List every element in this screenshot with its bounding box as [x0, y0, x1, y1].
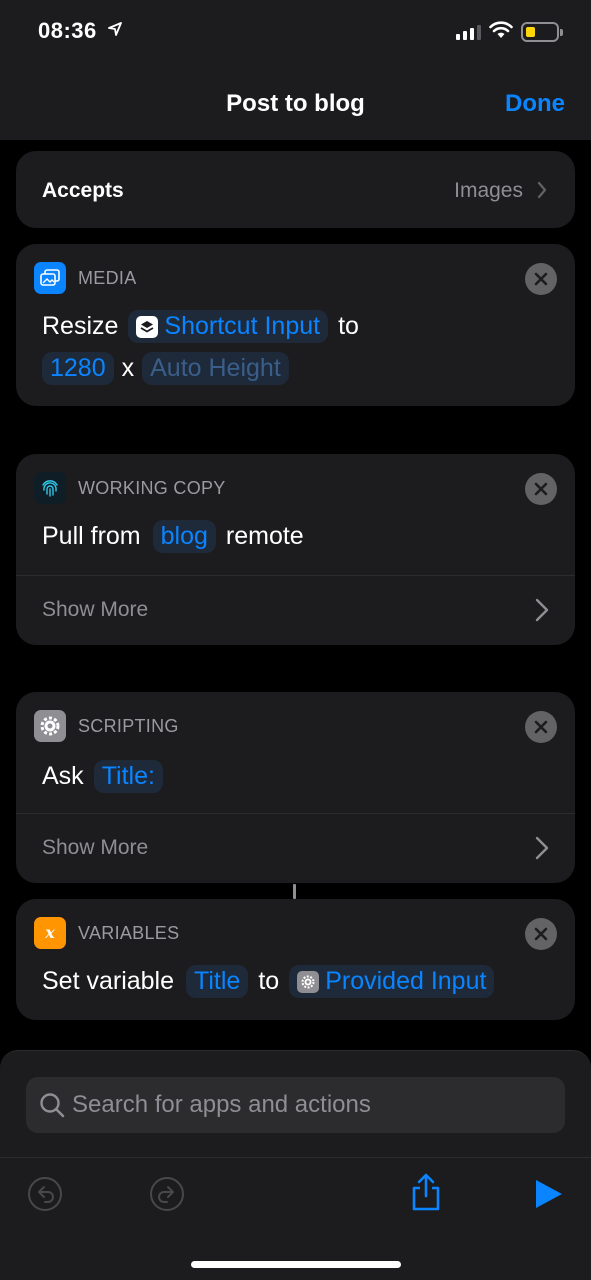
action-card-set-variable[interactable]: x VARIABLES Set variable Title to Provid…: [16, 899, 575, 1020]
chevron-right-icon: [535, 598, 549, 622]
action-card-ask[interactable]: SCRIPTING Ask Title: Show More: [16, 692, 575, 883]
location-arrow-icon: [108, 22, 122, 36]
action-verb: Set variable: [42, 967, 175, 995]
wifi-icon: [489, 21, 513, 38]
play-icon[interactable]: [534, 1178, 564, 1210]
shortcut-input-token[interactable]: Shortcut Input: [128, 310, 329, 343]
connector-text: to: [258, 967, 280, 995]
nav-bar: Post to blog Done: [0, 62, 591, 140]
repo-token[interactable]: blog: [152, 520, 216, 553]
height-token[interactable]: Auto Height: [142, 352, 289, 385]
search-icon: [40, 1093, 65, 1118]
provided-input-token[interactable]: Provided Input: [289, 965, 495, 998]
action-connector: [293, 884, 296, 899]
action-header: MEDIA: [34, 262, 137, 294]
fingerprint-icon: [34, 472, 66, 504]
action-card-pull[interactable]: WORKING COPY Pull from blog remote Show …: [16, 454, 575, 645]
divider: [16, 575, 575, 576]
done-button[interactable]: Done: [505, 90, 565, 118]
prompt-token[interactable]: Title:: [93, 760, 163, 793]
divider: [16, 813, 575, 814]
category-label: VARIABLES: [78, 922, 180, 943]
token-label: Shortcut Input: [164, 312, 321, 340]
action-header: SCRIPTING: [34, 710, 179, 742]
status-bar: 08:36: [0, 0, 591, 62]
gear-icon: [297, 970, 320, 993]
category-label: MEDIA: [78, 267, 137, 288]
chevron-right-icon: [537, 181, 547, 199]
remove-action-button[interactable]: [525, 263, 557, 295]
undo-icon[interactable]: [27, 1176, 63, 1212]
action-verb: Ask: [42, 762, 84, 790]
token-label: Provided Input: [325, 967, 487, 995]
width-token[interactable]: 1280: [42, 352, 114, 385]
action-verb: Pull from: [42, 522, 141, 550]
search-field[interactable]: [26, 1077, 565, 1133]
action-params-line: Pull from blog remote: [42, 520, 304, 553]
times-text: x: [121, 354, 135, 382]
close-icon: [534, 272, 548, 286]
category-label: SCRIPTING: [78, 715, 179, 736]
accepts-value: Images: [454, 179, 523, 202]
x-variable-icon: x: [34, 917, 66, 949]
status-time: 08:36: [38, 18, 97, 43]
action-params-line: Set variable Title to Provided Input: [42, 965, 498, 998]
redo-icon[interactable]: [149, 1176, 185, 1212]
home-indicator: [191, 1261, 401, 1268]
show-more-button[interactable]: Show More: [42, 836, 148, 860]
action-header: WORKING COPY: [34, 472, 226, 504]
accepts-label: Accepts: [42, 179, 124, 202]
cellular-signal-icon: [456, 24, 481, 40]
remove-action-button[interactable]: [525, 473, 557, 505]
action-verb: Resize: [42, 312, 119, 340]
close-icon: [534, 482, 548, 496]
action-params-line: Ask Title:: [42, 760, 167, 793]
battery-icon: [521, 22, 563, 42]
action-header: x VARIABLES: [34, 917, 179, 949]
show-more-button[interactable]: Show More: [42, 598, 148, 622]
photo-icon: [34, 262, 66, 294]
variable-name-token[interactable]: Title: [186, 965, 249, 998]
connector-text: to: [338, 312, 359, 340]
action-params-line2: 1280 x Auto Height: [38, 352, 293, 385]
close-icon: [534, 927, 548, 941]
shortcuts-app-icon: [136, 315, 159, 338]
chevron-right-icon: [535, 836, 549, 860]
share-icon[interactable]: [409, 1172, 443, 1212]
shortcut-title: Post to blog: [226, 90, 365, 117]
search-input[interactable]: [72, 1077, 552, 1133]
gear-icon: [34, 710, 66, 742]
action-params-line1: Resize Shortcut Input to: [42, 310, 359, 343]
remove-action-button[interactable]: [525, 918, 557, 950]
svg-text:x: x: [44, 923, 55, 942]
suffix-text: remote: [225, 522, 304, 550]
accepts-row[interactable]: Accepts Images: [16, 151, 575, 228]
action-card-resize[interactable]: MEDIA Resize Shortcut Input to 1280 x Au…: [16, 244, 575, 406]
category-label: WORKING COPY: [78, 477, 226, 498]
close-icon: [534, 720, 548, 734]
remove-action-button[interactable]: [525, 711, 557, 743]
